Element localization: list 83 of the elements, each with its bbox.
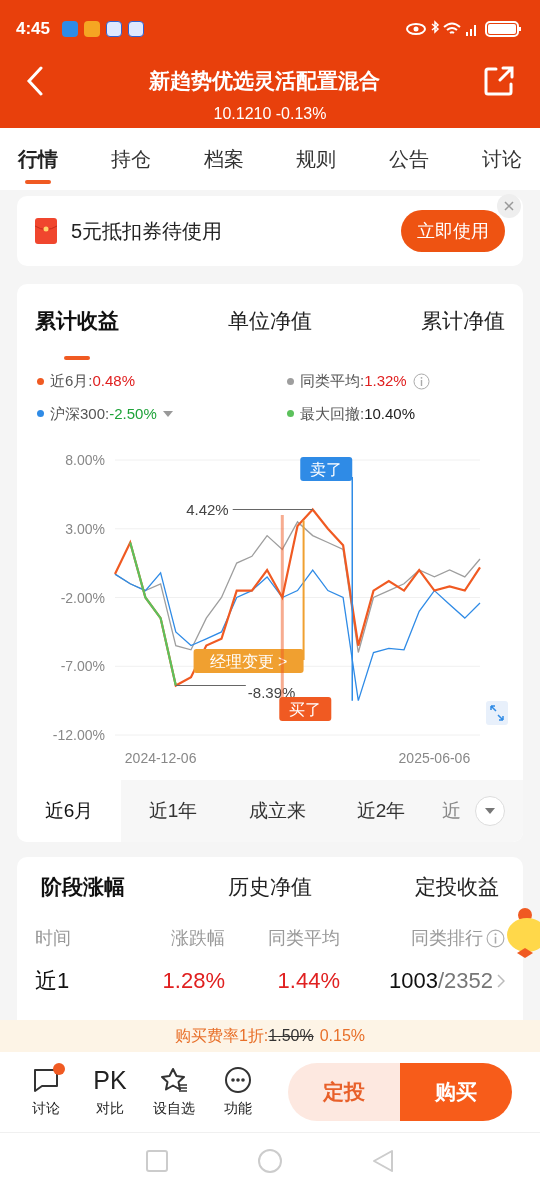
paw-app-icon — [106, 21, 123, 37]
pk-glyph: PK — [93, 1065, 127, 1095]
performance-tab[interactable]: 阶段涨幅 — [41, 871, 125, 903]
rank-total: /2352 — [437, 967, 493, 995]
more-icon — [224, 1066, 252, 1094]
period-cell-text: 近1 — [35, 967, 71, 995]
legend-value: 10.40% — [364, 403, 416, 424]
column-header: 涨跌幅 — [171, 927, 225, 950]
bottom-bar-item[interactable]: 功能 — [206, 1065, 270, 1119]
message-app-icon — [62, 21, 79, 37]
legend-value: 1.32% — [364, 371, 407, 391]
buy-marker: 买了 — [279, 697, 332, 721]
status-time: 4:45 — [16, 18, 51, 41]
page-tab[interactable]: 规则 — [296, 128, 337, 190]
column-header: 同类排行 — [411, 927, 483, 950]
fund-title: 新趋势优选灵活配置混合 — [147, 68, 381, 94]
signal-icon — [466, 25, 476, 36]
legend-label: 沪深300: — [50, 403, 110, 424]
app-icon — [84, 21, 101, 37]
column-header: 同类平均 — [268, 927, 340, 950]
chart-tab[interactable]: 累计收益 — [35, 284, 119, 358]
chart-tab[interactable]: 单位净值 — [228, 284, 312, 358]
recent-apps-icon[interactable] — [146, 1149, 168, 1172]
peak-value-label: 4.42% — [186, 500, 229, 518]
sell-marker: 卖了 — [300, 457, 353, 481]
bottom-bar-item[interactable]: 设自选 — [142, 1065, 206, 1119]
page-tab[interactable]: 持仓 — [110, 128, 151, 190]
battery-icon — [485, 21, 521, 37]
chart-tab[interactable]: 累计净值 — [421, 284, 505, 358]
fund-price-change: 10.1210 -0.13% — [212, 104, 328, 124]
period-tab[interactable]: 近2年 — [329, 780, 433, 842]
column-header: 时间 — [35, 927, 71, 950]
x-axis-label: 2024-12-06 — [124, 750, 197, 766]
bluetooth-icon — [431, 20, 440, 34]
home-icon[interactable] — [258, 1148, 282, 1173]
rank-value: 1003 — [389, 967, 438, 995]
back-nav-icon[interactable] — [372, 1148, 394, 1173]
manager-change-marker: 经理变更 > — [193, 649, 304, 673]
legend-label: 最大回撤: — [300, 403, 365, 424]
legend-value: 0.48% — [92, 371, 136, 391]
page-tab[interactable]: 讨论 — [482, 128, 522, 190]
star-list-icon — [160, 1067, 188, 1093]
info-icon[interactable] — [486, 929, 505, 948]
legend-value: -2.50% — [109, 403, 157, 424]
period-tab[interactable]: 近6月 — [17, 780, 121, 842]
expand-dropdown-icon[interactable] — [475, 796, 505, 826]
x-axis-label: 2025-06-06 — [398, 750, 471, 766]
close-icon[interactable] — [497, 194, 521, 218]
fee-discount-label: 购买费率1折: — [174, 1026, 269, 1046]
back-icon[interactable] — [26, 66, 44, 96]
chevron-right-icon[interactable] — [497, 973, 505, 988]
original-fee-rate: 1.50% — [268, 1026, 314, 1046]
y-axis-label: -2.00% — [60, 589, 105, 606]
period-tab[interactable]: 成立来 — [225, 780, 329, 842]
leader-line — [175, 685, 247, 686]
eye-icon — [406, 23, 426, 35]
caret-icon[interactable] — [162, 410, 173, 417]
y-axis-label: -7.00% — [60, 658, 105, 675]
share-icon[interactable] — [484, 66, 514, 96]
legend-label: 近6月: — [50, 371, 93, 391]
envelope-icon — [35, 218, 57, 244]
use-now-button[interactable]: 立即使用 — [401, 210, 505, 252]
wifi-icon — [443, 22, 461, 34]
bottom-bar-item[interactable]: 讨论 — [14, 1065, 78, 1119]
paw-app-icon — [128, 21, 145, 37]
y-axis-label: 3.00% — [65, 520, 105, 537]
page-tab[interactable]: 档案 — [203, 128, 244, 190]
average-cell-text: 1.44% — [276, 967, 340, 995]
chat-icon — [33, 1067, 59, 1093]
y-axis-label: -12.00% — [52, 727, 105, 743]
page-tab[interactable]: 公告 — [389, 128, 430, 190]
change-cell-text: 1.28% — [161, 967, 225, 995]
performance-tab[interactable]: 定投收益 — [415, 871, 499, 903]
coupon-text: 5元抵扣券待使用 — [71, 219, 224, 244]
bottom-bar-item[interactable]: PK 对比 — [78, 1065, 142, 1119]
legend-label: 同类平均: — [300, 371, 365, 391]
performance-tab[interactable]: 历史净值 — [228, 871, 312, 903]
period-tab[interactable]: 近1年 — [121, 780, 225, 842]
info-icon[interactable] — [412, 372, 430, 390]
discounted-fee-rate: 0.15% — [319, 1026, 366, 1046]
y-axis-label: 8.00% — [65, 452, 105, 468]
expand-icon[interactable] — [486, 701, 508, 725]
page-tab[interactable]: 行情 — [18, 128, 58, 190]
